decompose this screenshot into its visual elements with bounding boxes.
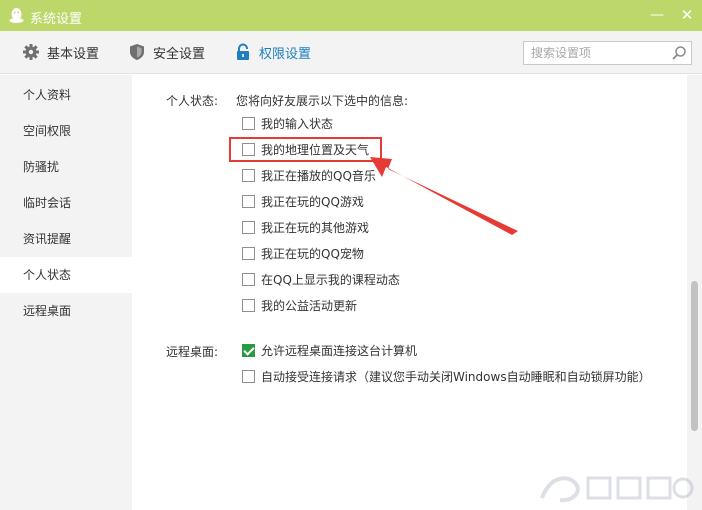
- sidebar-item-profile[interactable]: 个人资料: [0, 77, 132, 113]
- checkbox[interactable]: [242, 298, 255, 312]
- option-label: 允许远程桌面连接这台计算机: [261, 343, 418, 358]
- option-other-game[interactable]: 我正在玩的其他游戏: [242, 218, 369, 236]
- checkbox[interactable]: [242, 246, 255, 260]
- remote-desktop-label: 远程桌面:: [166, 345, 219, 359]
- sidebar-item-anti-harassment[interactable]: 防骚扰: [0, 149, 132, 185]
- search-icon[interactable]: [671, 45, 687, 61]
- watermark-logo: [540, 476, 694, 503]
- sidebar-item-remote-desktop[interactable]: 远程桌面: [0, 293, 132, 329]
- settings-toolbar: 基本设置 安全设置 权限设置: [0, 31, 702, 74]
- gear-icon: [23, 44, 39, 60]
- option-qq-pet[interactable]: 我正在玩的QQ宠物: [242, 244, 364, 262]
- checkbox[interactable]: [242, 168, 255, 182]
- tab-security-settings[interactable]: 安全设置: [128, 40, 205, 64]
- checkbox[interactable]: [242, 116, 255, 130]
- tab-permission-label: 权限设置: [259, 46, 312, 62]
- checkbox[interactable]: [242, 272, 255, 286]
- option-qq-game[interactable]: 我正在玩的QQ游戏: [242, 192, 364, 210]
- option-label: 我的输入状态: [261, 116, 334, 131]
- option-label: 我正在玩的其他游戏: [261, 220, 370, 235]
- option-qq-music[interactable]: 我正在播放的QQ音乐: [242, 166, 376, 184]
- red-arrow-annotation: [370, 157, 518, 235]
- shield-icon: [130, 44, 144, 60]
- qq-penguin-icon: [9, 8, 24, 23]
- scrollbar-thumb[interactable]: [691, 281, 698, 431]
- search-input[interactable]: [524, 42, 664, 64]
- minimize-button[interactable]: —: [648, 6, 666, 24]
- checkbox[interactable]: [242, 220, 255, 234]
- search-box: [523, 41, 692, 65]
- option-allow-remote[interactable]: 允许远程桌面连接这台计算机: [242, 341, 417, 359]
- tab-basic-label: 基本设置: [47, 46, 100, 62]
- vertical-scrollbar[interactable]: [687, 75, 702, 510]
- sidebar-item-personal-status[interactable]: 个人状态: [0, 257, 132, 293]
- lock-icon: [237, 43, 249, 60]
- tab-permission-settings[interactable]: 权限设置: [234, 40, 311, 64]
- option-label: 自动接受连接请求（建议您手动关闭Windows自动睡眠和自动锁屏功能）: [261, 369, 651, 384]
- checkbox[interactable]: [242, 369, 255, 383]
- sidebar-item-space-permission[interactable]: 空间权限: [0, 113, 132, 149]
- checkbox-checked[interactable]: [242, 343, 255, 357]
- option-label: 我正在玩的QQ宠物: [261, 246, 364, 261]
- settings-content: 个人状态: 您将向好友展示以下选中的信息: 我的输入状态 我的地理位置及天气 我…: [132, 75, 702, 510]
- option-charity-updates[interactable]: 我的公益活动更新: [242, 296, 357, 314]
- option-label: 我的公益活动更新: [261, 298, 358, 313]
- sidebar-item-news-reminder[interactable]: 资讯提醒: [0, 221, 132, 257]
- checkbox[interactable]: [242, 194, 255, 208]
- option-label: 我正在播放的QQ音乐: [261, 168, 376, 183]
- option-label: 在QQ上显示我的课程动态: [261, 272, 400, 287]
- highlight-box: [229, 137, 382, 162]
- sidebar-item-temp-session[interactable]: 临时会话: [0, 185, 132, 221]
- option-input-status[interactable]: 我的输入状态: [242, 114, 333, 132]
- option-course-updates[interactable]: 在QQ上显示我的课程动态: [242, 270, 400, 288]
- tab-security-label: 安全设置: [153, 46, 206, 62]
- window-title: 系统设置: [30, 12, 83, 27]
- option-auto-accept[interactable]: 自动接受连接请求（建议您手动关闭Windows自动睡眠和自动锁屏功能）: [242, 367, 651, 385]
- close-button[interactable]: ✕: [678, 6, 696, 24]
- title-bar: 系统设置 — ✕: [0, 0, 702, 31]
- personal-status-description: 您将向好友展示以下选中的信息:: [236, 94, 409, 108]
- settings-sidebar: 个人资料 空间权限 防骚扰 临时会话 资讯提醒 个人状态 远程桌面: [0, 75, 132, 510]
- option-label: 我正在玩的QQ游戏: [261, 194, 364, 209]
- tab-basic-settings[interactable]: 基本设置: [22, 40, 99, 64]
- personal-status-label: 个人状态:: [166, 94, 219, 108]
